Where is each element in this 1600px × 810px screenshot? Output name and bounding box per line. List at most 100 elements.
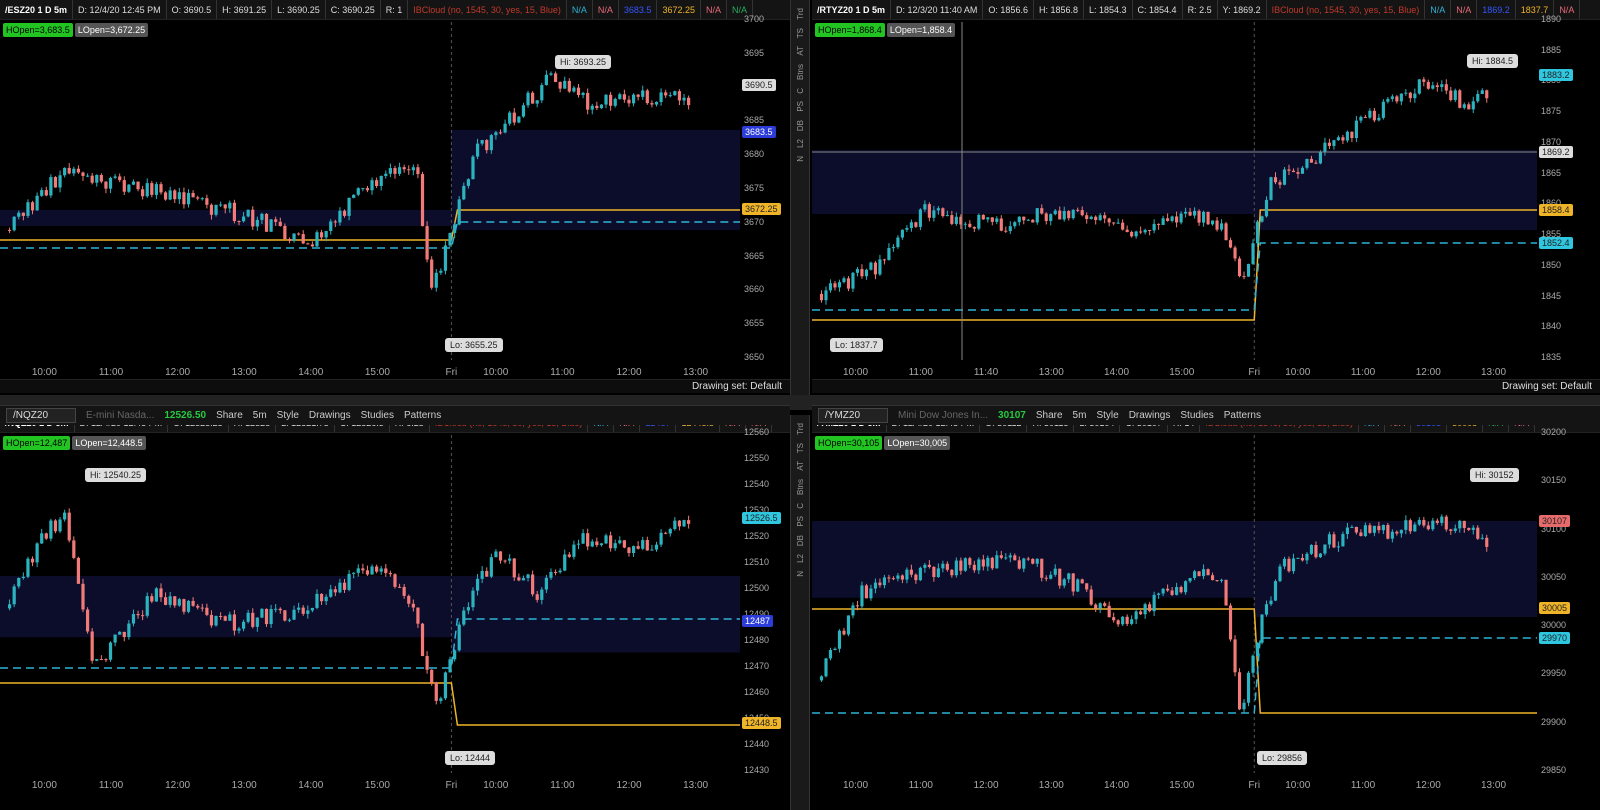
candle-body — [163, 192, 168, 200]
candle-body — [1278, 182, 1282, 185]
candle-body — [131, 614, 136, 624]
info-field: /ESZ20 1 D 5m — [0, 0, 74, 19]
candle-body — [1139, 231, 1143, 233]
candle-body — [485, 570, 489, 577]
chart-pane-nq[interactable]: /NQZ20 1 D 5mD: 12/4/20 12:45 PMO: 12525… — [0, 413, 790, 810]
candle-body — [1404, 520, 1408, 530]
candle-body — [521, 105, 526, 117]
sidebar-tab[interactable]: TS — [796, 28, 805, 38]
sidebar-tab[interactable]: L2 — [796, 139, 805, 148]
candle-body — [35, 543, 39, 563]
sidebar-tab[interactable]: N — [796, 156, 805, 162]
sidebar-tab[interactable]: C — [796, 88, 805, 94]
candle-body — [1467, 527, 1471, 530]
time-axis[interactable]: 10:00 11:00 12:00 13:00 14:00 15:00 Fri 10:00 11… — [812, 777, 1550, 795]
chart-scrollbar[interactable]: Drawing set: Default — [0, 379, 790, 393]
sidebar-tab[interactable]: L2 — [796, 554, 805, 563]
price-axis[interactable]: 12560 12550 12540 12530 12520 12510 12500 12490… — [740, 427, 790, 790]
style-button[interactable]: Style — [1096, 410, 1118, 421]
candle-body — [127, 623, 131, 638]
candle-body — [99, 659, 103, 661]
candle-body — [558, 570, 562, 573]
candle-body — [448, 232, 452, 246]
candle-body — [986, 217, 990, 220]
candle-body — [237, 628, 241, 631]
chart-scrollbar[interactable]: Drawing set: Default — [812, 379, 1600, 393]
style-button[interactable]: Style — [277, 410, 299, 421]
patterns-button[interactable]: Patterns — [404, 410, 441, 421]
candle-body — [1350, 526, 1354, 528]
chart-pane-rty[interactable]: /RTYZ20 1 D 5m D: 12/3/20 11:40 AM O: 1856… — [812, 0, 1600, 395]
candle-body — [95, 659, 99, 661]
drawing-set-label[interactable]: Drawing set: Default — [1502, 381, 1592, 392]
price-tick: 12520 — [744, 531, 770, 541]
sidebar-tab[interactable]: AT — [796, 46, 805, 56]
share-button[interactable]: Share — [216, 410, 243, 421]
candle-body — [1179, 587, 1183, 593]
sidebar-tab[interactable]: DB — [796, 120, 805, 131]
time-tick: 10:00 — [483, 367, 509, 378]
candle-body — [622, 94, 626, 100]
chart-pane-es[interactable]: /ESZ20 1 D 5m D: 12/4/20 12:45 PM O: 3690.… — [0, 0, 790, 395]
sidebar-tab[interactable]: PS — [796, 516, 805, 527]
sidebar-tab[interactable]: Trd — [796, 423, 805, 435]
candle-body — [104, 181, 108, 189]
candle-body — [99, 175, 103, 182]
candle-body — [682, 520, 686, 527]
candle-body — [264, 213, 269, 232]
chart-canvas[interactable] — [0, 0, 790, 395]
candle-body — [209, 614, 214, 626]
candle-body — [950, 215, 954, 224]
high-callout: Hi: 30152 — [1470, 468, 1519, 482]
sidebar-tab[interactable]: DB — [796, 535, 805, 546]
sidebar-tab[interactable]: AT — [796, 461, 805, 471]
drawing-set-label[interactable]: Drawing set: Default — [692, 381, 782, 392]
time-tick: 10:00 — [483, 780, 509, 791]
candle-body — [1228, 240, 1233, 248]
time-tick: 10:00 — [842, 367, 869, 378]
chart-pane-ym[interactable]: /YMZ20 1 D 5mD: 12/4/20 12:45 PMO: 30112… — [812, 413, 1600, 810]
sidebar-tab[interactable]: Btns — [796, 64, 805, 80]
candle-body — [379, 175, 383, 186]
studies-button[interactable]: Studies — [1180, 410, 1213, 421]
candle-body — [1476, 527, 1480, 539]
candle-body — [1166, 218, 1170, 221]
hopen-badge: HOpen=3,683.5 — [3, 23, 73, 37]
sidebar-tab[interactable]: N — [796, 571, 805, 577]
drawings-button[interactable]: Drawings — [309, 410, 351, 421]
interval-select[interactable]: 5m — [1073, 410, 1087, 421]
candle-body — [439, 270, 443, 273]
price-axis[interactable]: 3700369536903685368036753670366536603655… — [740, 14, 790, 375]
candle-body — [590, 541, 594, 547]
sidebar-tab[interactable]: PS — [796, 101, 805, 112]
symbol-select[interactable]: /YMZ20 — [818, 408, 888, 423]
candle-body — [1359, 116, 1363, 121]
candle-body — [297, 233, 301, 235]
candle-body — [1435, 520, 1439, 523]
time-axis[interactable]: 10:00 11:00 12:00 13:00 14:00 15:00 Fri 10:00 11… — [0, 777, 740, 795]
patterns-button[interactable]: Patterns — [1224, 410, 1261, 421]
candle-body — [1143, 229, 1147, 233]
candle-body — [58, 519, 62, 532]
sidebar-tab[interactable]: TS — [796, 443, 805, 453]
ib-cloud-post — [451, 130, 740, 230]
share-button[interactable]: Share — [1036, 410, 1063, 421]
studies-button[interactable]: Studies — [361, 410, 394, 421]
candle-body — [1390, 96, 1394, 99]
candle-body — [356, 188, 360, 195]
sidebar-tab[interactable]: C — [796, 503, 805, 509]
interval-select[interactable]: 5m — [253, 410, 267, 421]
candle-body — [1399, 529, 1403, 534]
candle-body — [1363, 525, 1367, 537]
candle-body — [837, 630, 842, 649]
price-tick: 3695 — [744, 47, 765, 58]
symbol-select[interactable]: /NQZ20 — [6, 408, 76, 423]
candle-body — [260, 608, 264, 618]
sidebar-tab[interactable]: Trd — [796, 8, 805, 20]
candle-body — [434, 272, 438, 288]
candle-body — [150, 183, 154, 195]
candle-body — [223, 204, 227, 209]
drawings-button[interactable]: Drawings — [1129, 410, 1171, 421]
candle-body — [471, 590, 475, 608]
sidebar-tab[interactable]: Btns — [796, 479, 805, 495]
